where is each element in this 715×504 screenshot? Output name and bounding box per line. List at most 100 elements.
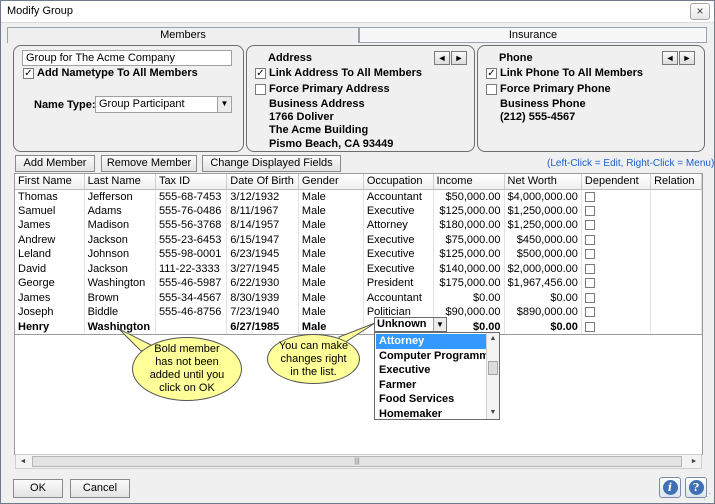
resize-grip-icon[interactable]: ⋰ xyxy=(703,492,713,502)
scroll-right-icon[interactable]: ► xyxy=(687,455,701,468)
tab-members[interactable]: Members xyxy=(7,27,359,43)
table-cell[interactable]: 3/27/1945 xyxy=(226,261,299,276)
table-cell[interactable]: Accountant xyxy=(363,290,434,305)
table-cell[interactable]: Male xyxy=(298,305,364,320)
relation-cell[interactable] xyxy=(650,305,702,320)
table-cell[interactable]: $500,000.00 xyxy=(504,247,582,262)
table-row[interactable]: Joseph Biddle 555-46-8756 7/23/1940 Male Poli… xyxy=(15,305,702,320)
dependent-checkbox[interactable] xyxy=(584,191,595,202)
occupation-option[interactable]: Computer Programmer xyxy=(376,349,499,364)
table-cell[interactable]: $1,250,000.00 xyxy=(504,203,582,218)
table-cell[interactable]: $140,000.00 xyxy=(433,261,505,276)
dependent-checkbox[interactable] xyxy=(584,234,595,245)
scroll-thumb[interactable]: ||| xyxy=(32,456,682,467)
column-header[interactable]: Relation xyxy=(650,174,702,190)
table-cell[interactable]: 555-76-0486 xyxy=(155,203,228,218)
column-header[interactable]: Dependent xyxy=(581,174,652,190)
table-cell[interactable]: Samuel xyxy=(15,203,85,218)
occupation-option[interactable]: Farmer xyxy=(376,378,486,393)
relation-cell[interactable] xyxy=(650,319,702,335)
dependent-cell[interactable] xyxy=(581,247,652,262)
scroll-thumb[interactable] xyxy=(488,361,498,375)
occupation-option[interactable]: Executive xyxy=(376,363,486,378)
occupation-option[interactable]: Homemaker xyxy=(376,407,486,420)
close-button[interactable]: × xyxy=(690,3,710,20)
table-cell[interactable]: 7/23/1940 xyxy=(226,305,299,320)
column-header[interactable]: First Name xyxy=(15,174,85,190)
table-cell[interactable]: Male xyxy=(298,203,364,218)
table-cell[interactable]: 555-34-4567 xyxy=(155,290,228,305)
table-cell[interactable]: George xyxy=(15,276,85,291)
relation-cell[interactable] xyxy=(650,261,702,276)
table-row[interactable]: David Jackson 111-22-3333 3/27/1945 Male Exec… xyxy=(15,261,702,276)
table-cell[interactable]: $50,000.00 xyxy=(433,189,505,204)
table-cell[interactable]: $0.00 xyxy=(504,290,582,305)
relation-cell[interactable] xyxy=(650,290,702,305)
table-cell[interactable]: Male xyxy=(298,232,364,247)
dependent-cell[interactable] xyxy=(581,319,652,335)
dependent-checkbox[interactable] xyxy=(584,220,595,231)
table-cell[interactable]: Male xyxy=(298,247,364,262)
relation-cell[interactable] xyxy=(650,218,702,233)
dependent-cell[interactable] xyxy=(581,261,652,276)
column-header[interactable]: Income xyxy=(433,174,505,190)
link-phone-checkbox[interactable]: ✓ xyxy=(486,68,497,79)
phone-prev-button[interactable]: ◄ xyxy=(662,51,678,65)
table-cell[interactable]: Executive xyxy=(363,261,434,276)
occupation-option[interactable]: Attorney xyxy=(376,334,486,349)
table-row[interactable]: Samuel Adams 555-76-0486 8/11/1967 Male Execu… xyxy=(15,203,702,218)
table-cell[interactable]: Johnson xyxy=(84,247,156,262)
dependent-cell[interactable] xyxy=(581,232,652,247)
table-cell[interactable]: Executive xyxy=(363,247,434,262)
address-prev-button[interactable]: ◄ xyxy=(434,51,450,65)
table-cell[interactable]: Accountant xyxy=(363,189,434,204)
force-primary-phone-checkbox[interactable] xyxy=(486,84,497,95)
table-cell[interactable]: Andrew xyxy=(15,232,85,247)
dependent-checkbox[interactable] xyxy=(584,263,595,274)
column-header[interactable]: Gender xyxy=(298,174,364,190)
group-name-input[interactable]: Group for The Acme Company xyxy=(22,50,232,66)
table-cell[interactable]: Male xyxy=(298,276,364,291)
table-cell[interactable]: 555-46-5987 xyxy=(155,276,228,291)
table-cell[interactable]: Leland xyxy=(15,247,85,262)
table-cell[interactable]: $450,000.00 xyxy=(504,232,582,247)
phone-next-button[interactable]: ► xyxy=(679,51,695,65)
table-cell[interactable]: Adams xyxy=(84,203,156,218)
table-cell[interactable]: $180,000.00 xyxy=(433,218,505,233)
dependent-checkbox[interactable] xyxy=(584,249,595,260)
table-row[interactable]: Leland Johnson 555-98-0001 6/23/1945 Male Exe… xyxy=(15,247,702,262)
table-cell[interactable]: Thomas xyxy=(15,189,85,204)
table-cell[interactable]: 555-46-8756 xyxy=(155,305,228,320)
dependent-checkbox[interactable] xyxy=(584,205,595,216)
address-next-button[interactable]: ► xyxy=(451,51,467,65)
name-type-select[interactable]: Group Participant ▼ xyxy=(95,96,232,113)
dependent-checkbox[interactable] xyxy=(584,321,595,332)
table-cell[interactable]: Executive xyxy=(363,203,434,218)
change-displayed-fields-button[interactable]: Change Displayed Fields xyxy=(202,155,341,172)
occupation-option[interactable]: Food Services xyxy=(376,392,486,407)
table-cell[interactable]: Jackson xyxy=(84,232,156,247)
scroll-down-icon[interactable]: ▼ xyxy=(487,407,499,419)
relation-cell[interactable] xyxy=(650,189,702,204)
table-cell[interactable]: James xyxy=(15,290,85,305)
table-cell[interactable]: Male xyxy=(298,218,364,233)
scroll-left-icon[interactable]: ◄ xyxy=(16,455,30,468)
dependent-checkbox[interactable] xyxy=(584,307,595,318)
remove-member-button[interactable]: Remove Member xyxy=(101,155,197,172)
cancel-button[interactable]: Cancel xyxy=(70,479,130,498)
column-header[interactable]: Tax ID xyxy=(155,174,228,190)
dependent-cell[interactable] xyxy=(581,305,652,320)
dropdown-scrollbar[interactable]: ▲ ▼ xyxy=(486,333,499,419)
column-header[interactable]: Occupation xyxy=(363,174,434,190)
table-cell[interactable]: 8/11/1967 xyxy=(226,203,299,218)
table-horizontal-scrollbar[interactable]: ◄ ||| ► xyxy=(15,454,702,469)
dependent-cell[interactable] xyxy=(581,218,652,233)
dependent-cell[interactable] xyxy=(581,203,652,218)
scroll-up-icon[interactable]: ▲ xyxy=(487,333,499,345)
table-cell[interactable]: $125,000.00 xyxy=(433,247,505,262)
table-cell[interactable]: James xyxy=(15,218,85,233)
table-row[interactable]: Andrew Jackson 555-23-6453 6/15/1947 Male Exe… xyxy=(15,232,702,247)
table-cell[interactable]: Madison xyxy=(84,218,156,233)
table-row[interactable]: James Brown 555-34-4567 8/30/1939 Male Accoun… xyxy=(15,290,702,305)
table-cell[interactable]: Attorney xyxy=(363,218,434,233)
